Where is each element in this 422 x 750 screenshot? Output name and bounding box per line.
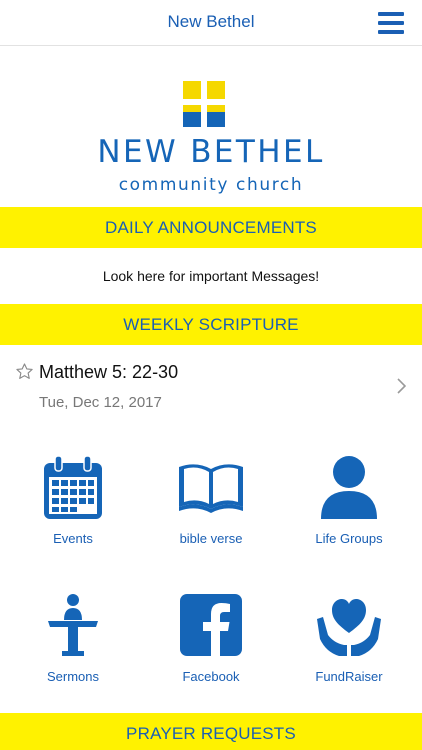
fundraiser-label: FundRaiser bbox=[315, 669, 383, 684]
events-tile[interactable]: Events bbox=[3, 455, 143, 585]
chevron-right-icon bbox=[397, 378, 406, 394]
announcement-message[interactable]: Look here for important Messages! bbox=[0, 248, 422, 304]
prayer-requests-header[interactable]: PRAYER REQUESTS bbox=[0, 713, 422, 750]
daily-announcements-header[interactable]: DAILY ANNOUNCEMENTS bbox=[0, 207, 422, 248]
logo-subtitle: community church bbox=[118, 175, 304, 195]
weekly-scripture-header[interactable]: WEEKLY SCRIPTURE bbox=[0, 304, 422, 345]
calendar-icon bbox=[44, 455, 102, 519]
scripture-date: Tue, Dec 12, 2017 bbox=[39, 394, 162, 411]
cross-logo-icon bbox=[183, 81, 225, 127]
scripture-reference: Matthew 5: 22-30 bbox=[39, 362, 179, 382]
life-groups-tile[interactable]: Life Groups bbox=[279, 455, 419, 585]
heart-in-hands-icon bbox=[317, 599, 381, 656]
star-icon[interactable] bbox=[15, 362, 34, 381]
fundraiser-tile[interactable]: FundRaiser bbox=[279, 593, 419, 723]
bible-verse-label: bible verse bbox=[179, 531, 243, 546]
bible-verse-tile[interactable]: bible verse bbox=[141, 455, 281, 585]
sermons-label: Sermons bbox=[46, 669, 100, 684]
facebook-tile[interactable]: Facebook bbox=[141, 593, 281, 723]
person-icon bbox=[321, 456, 377, 519]
open-bible-icon bbox=[179, 464, 243, 513]
church-logo: NEW BETHEL community church bbox=[0, 46, 422, 207]
hamburger-menu-icon[interactable] bbox=[378, 12, 404, 34]
app-header: New Bethel bbox=[0, 0, 422, 46]
scripture-list-item[interactable]: Matthew 5: 22-30 Tue, Dec 12, 2017 bbox=[0, 345, 422, 427]
preacher-podium-icon bbox=[48, 594, 98, 656]
events-label: Events bbox=[53, 531, 93, 546]
app-title: New Bethel bbox=[167, 12, 255, 31]
logo-name: NEW BETHEL bbox=[97, 134, 325, 170]
facebook-label: Facebook bbox=[182, 669, 240, 684]
facebook-icon bbox=[180, 594, 242, 656]
life-groups-label: Life Groups bbox=[315, 531, 383, 546]
sermons-tile[interactable]: Sermons bbox=[3, 593, 143, 723]
